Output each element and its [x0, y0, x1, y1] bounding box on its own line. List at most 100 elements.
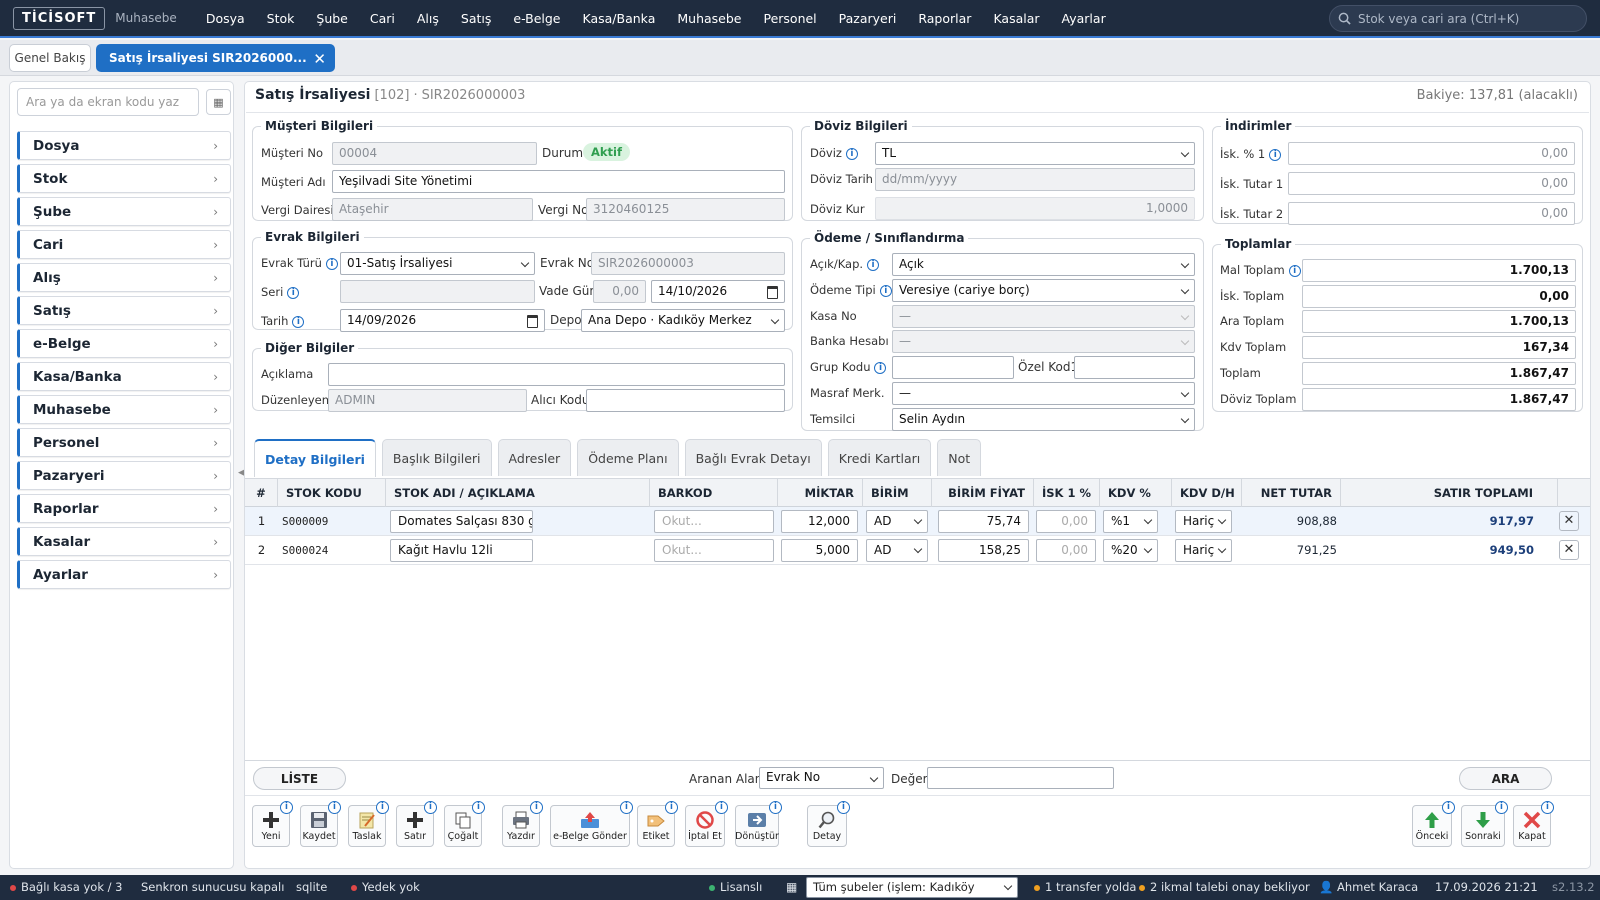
draft-button[interactable]: Taslak i	[348, 801, 389, 847]
menu-kasalar[interactable]: Kasalar	[982, 11, 1050, 26]
date-field[interactable]: 14/09/2026	[340, 309, 545, 332]
info-icon[interactable]: i	[1288, 264, 1301, 277]
doc-type-select[interactable]: 01-Satış İrsaliyesi	[340, 252, 535, 275]
menu-sube[interactable]: Şube	[305, 11, 358, 26]
tab-odeme-plani[interactable]: Ödeme Planı	[577, 439, 679, 476]
menu-alis[interactable]: Alış	[406, 11, 450, 26]
info-icon[interactable]: i	[292, 315, 305, 328]
sidebar-item-personel[interactable]: Personel ›	[17, 428, 231, 457]
info-icon[interactable]: i	[620, 801, 633, 814]
row-stock-name-field[interactable]: Domates Salçası 830 g	[390, 510, 533, 533]
search-button[interactable]: ARA	[1459, 767, 1552, 790]
col-net-tutar[interactable]: NET TUTAR	[1242, 479, 1341, 507]
sidebar-item-cari[interactable]: Cari ›	[17, 230, 231, 259]
currency-date-field[interactable]: dd/mm/yyyy	[875, 168, 1195, 191]
sidebar-item-pazaryeri[interactable]: Pazaryeri ›	[17, 461, 231, 490]
col-kdv[interactable]: KDV %	[1100, 479, 1172, 507]
info-icon[interactable]: i	[837, 801, 850, 814]
rep-select[interactable]: Selin Aydın	[892, 408, 1195, 431]
info-icon[interactable]: i	[472, 801, 485, 814]
status-user[interactable]: 👤 Ahmet Karaca	[1319, 875, 1418, 900]
close-icon[interactable]: ✕	[313, 50, 326, 68]
info-icon[interactable]: i	[879, 284, 892, 297]
info-icon[interactable]: i	[665, 801, 678, 814]
search-field-select[interactable]: Evrak No	[759, 767, 884, 789]
row-vat-dh-select[interactable]: Hariç	[1175, 539, 1232, 562]
info-icon[interactable]: i	[325, 257, 338, 270]
list-button[interactable]: LİSTE	[253, 767, 346, 790]
customer-name-field[interactable]: Yeşilvadi Site Yönetimi	[332, 170, 785, 193]
tab-not[interactable]: Not	[937, 439, 982, 476]
next-button[interactable]: Sonraki i	[1461, 801, 1508, 847]
delete-row-icon[interactable]: ✕	[1559, 511, 1579, 531]
depot-select[interactable]: Ana Depo · Kadıköy Merkez	[581, 309, 785, 332]
row-vat-select[interactable]: %20	[1103, 539, 1158, 562]
tab-satis-irsaliyesi[interactable]: Satış İrsaliyesi SIR2026000... ✕	[96, 44, 335, 72]
menu-cari[interactable]: Cari	[359, 11, 406, 26]
customer-no-field[interactable]: 00004	[332, 142, 537, 165]
search-value-field[interactable]	[927, 767, 1114, 789]
special-field[interactable]	[1074, 356, 1195, 379]
row-vat-dh-select[interactable]: Hariç	[1175, 510, 1232, 533]
col-satir-toplami[interactable]: SATIR TOPLAMI	[1341, 479, 1558, 507]
sidebar-item-raporlar[interactable]: Raporlar ›	[17, 494, 231, 523]
info-icon[interactable]: i	[1442, 801, 1455, 814]
ebelge-send-button[interactable]: e-Belge Gönder i	[550, 801, 633, 847]
app-logo[interactable]: TİCİSOFT	[13, 6, 106, 30]
detail-button[interactable]: Detay i	[807, 801, 850, 847]
info-icon[interactable]: i	[280, 801, 293, 814]
info-icon[interactable]: i	[1269, 148, 1282, 161]
sidebar-item-kasa-banka[interactable]: Kasa/Banka ›	[17, 362, 231, 391]
sidebar-search-input[interactable]: Ara ya da ekran kodu yaz	[17, 88, 199, 116]
payment-type-select[interactable]: Veresiye (cariye borç)	[892, 279, 1195, 302]
col-barkod[interactable]: BARKOD	[650, 479, 778, 507]
copy-button[interactable]: Çoğalt i	[444, 801, 485, 847]
sidebar-item-ayarlar[interactable]: Ayarlar ›	[17, 560, 231, 589]
sidebar-item-satis[interactable]: Satış ›	[17, 296, 231, 325]
disc-amount2-field[interactable]: 0,00	[1288, 202, 1575, 225]
cash-select[interactable]: —	[892, 305, 1195, 328]
info-icon[interactable]: i	[715, 801, 728, 814]
col-stok-adi[interactable]: STOK ADI / AÇIKLAMA	[386, 479, 650, 507]
col-isk1[interactable]: İSK 1 %	[1034, 479, 1100, 507]
delete-row-icon[interactable]: ✕	[1559, 540, 1579, 560]
desc-field[interactable]	[328, 363, 785, 386]
tax-office-field[interactable]: Ataşehir	[332, 198, 533, 221]
table-row[interactable]: 1 S000009 Domates Salçası 830 g Okut... …	[245, 507, 1590, 536]
row-price-field[interactable]: 158,25	[938, 539, 1029, 562]
sidebar-item-sube[interactable]: Şube ›	[17, 197, 231, 226]
col-kdv-dh[interactable]: KDV D/H	[1172, 479, 1242, 507]
due-date-field[interactable]: 14/10/2026	[651, 280, 785, 303]
row-qty-field[interactable]: 12,000	[781, 510, 858, 533]
receiver-field[interactable]	[586, 389, 785, 412]
save-button[interactable]: Kaydet i	[300, 801, 341, 847]
row-price-field[interactable]: 75,74	[938, 510, 1029, 533]
group-field[interactable]	[892, 356, 1014, 379]
info-icon[interactable]: i	[867, 258, 880, 271]
info-icon[interactable]: i	[424, 801, 437, 814]
col-birim[interactable]: BİRİM	[863, 479, 932, 507]
close-button[interactable]: Kapat i	[1513, 801, 1554, 847]
branch-select[interactable]: Tüm şubeler (işlem: Kadıköy Merkez)	[806, 877, 1018, 900]
table-row[interactable]: 2 S000024 Kağıt Havlu 12li Okut... 5,000…	[245, 536, 1590, 565]
cancel-doc-button[interactable]: İptal Et i	[685, 801, 728, 847]
row-unit-select[interactable]: AD	[866, 510, 928, 533]
sidebar-item-alis[interactable]: Alış ›	[17, 263, 231, 292]
info-icon[interactable]: i	[845, 147, 858, 160]
info-icon[interactable]: i	[874, 361, 887, 374]
disc-amount1-field[interactable]: 0,00	[1288, 172, 1575, 195]
editor-field[interactable]: ADMIN	[328, 389, 527, 412]
label-button[interactable]: Etiket i	[637, 801, 678, 847]
tab-adresler[interactable]: Adresler	[497, 439, 572, 476]
menu-dosya[interactable]: Dosya	[195, 11, 256, 26]
info-icon[interactable]: i	[530, 801, 543, 814]
info-icon[interactable]: i	[1541, 801, 1554, 814]
print-button[interactable]: Yazdır i	[502, 801, 543, 847]
tax-no-field[interactable]: 3120460125	[586, 198, 785, 221]
disc1-field[interactable]: 0,00	[1288, 142, 1575, 165]
col-miktar[interactable]: MİKTAR	[778, 479, 863, 507]
global-search-input[interactable]: Stok veya cari ara (Ctrl+K)	[1329, 5, 1587, 32]
menu-muhasebe[interactable]: Muhasebe	[666, 11, 752, 26]
sidebar-item-dosya[interactable]: Dosya ›	[17, 131, 231, 160]
add-row-button[interactable]: Satır i	[396, 801, 437, 847]
